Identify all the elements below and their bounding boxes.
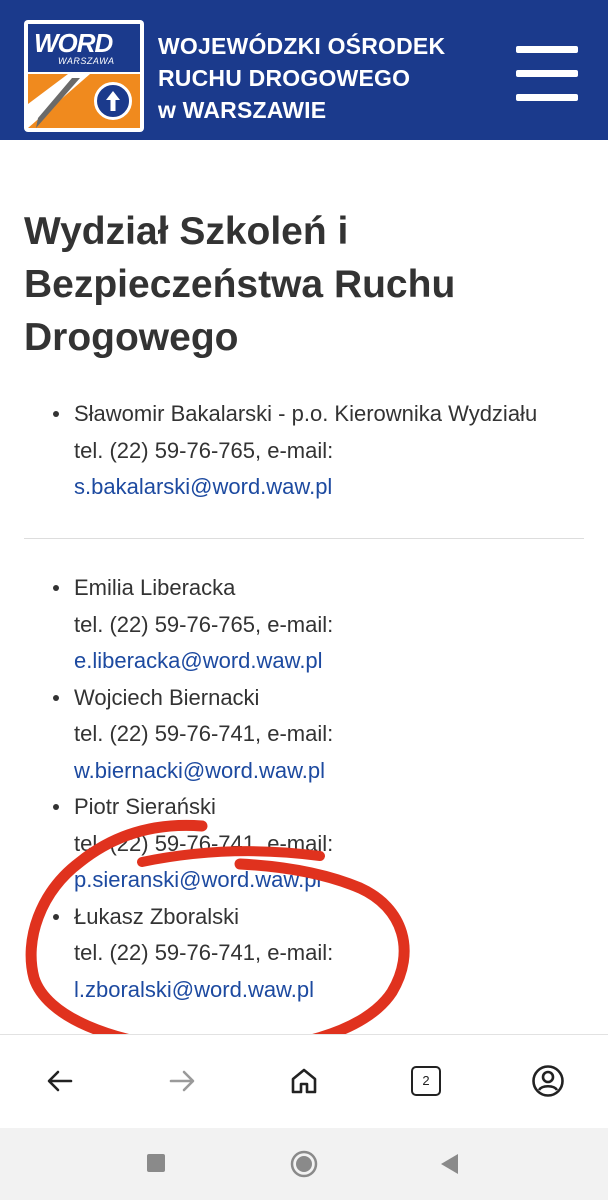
system-nav-bar <box>0 1128 608 1200</box>
list-item: Emilia Liberacka tel. (22) 59-76-765, e-… <box>24 570 584 680</box>
contact-name: Piotr Sierański <box>74 794 216 819</box>
list-item: Wojciech Biernacki tel. (22) 59-76-741, … <box>24 680 584 790</box>
page-title: Wydział Szkoleń i Bezpieczeństwa Ruchu D… <box>24 210 456 359</box>
list-item: Łukasz Zboralski tel. (22) 59-76-741, e-… <box>24 899 584 1009</box>
tabs-icon[interactable]: 2 <box>406 1061 446 1101</box>
contact-phone: tel. (22) 59-76-765, e-mail: <box>74 611 334 637</box>
org-name-line-1: WOJEWÓDZKI OŚRODEK <box>158 33 446 59</box>
contact-email-link[interactable]: l.zboralski@word.waw.pl <box>74 972 584 1009</box>
contact-email-link[interactable]: p.sieranski@word.waw.pl <box>74 862 584 899</box>
org-name-line-2: RUCHU DROGOWEGO <box>158 65 411 91</box>
arrow-up-icon <box>94 82 132 120</box>
contact-email-link[interactable]: e.liberacka@word.waw.pl <box>74 643 584 680</box>
browser-toolbar: 2 <box>0 1034 608 1129</box>
site-header: WORD WARSZAWA WOJEWÓDZKI OŚRODEK RUCHU D… <box>0 0 608 140</box>
recents-square-icon[interactable] <box>147 1154 165 1172</box>
home-icon[interactable] <box>284 1061 324 1101</box>
contact-name: Sławomir Bakalarski - p.o. Kierownika Wy… <box>74 401 538 426</box>
contact-email-link[interactable]: w.biernacki@word.waw.pl <box>74 753 584 790</box>
list-item: Piotr Sierański tel. (22) 59-76-741, e-m… <box>24 789 584 899</box>
tab-count-badge: 2 <box>411 1066 441 1096</box>
logo-city-text: WARSZAWA <box>58 56 115 66</box>
org-name-line-3: w WARSZAWIE <box>158 97 327 123</box>
contact-phone: tel. (22) 59-76-741, e-mail: <box>74 721 334 746</box>
staff-list: Emilia Liberacka tel. (22) 59-76-765, e-… <box>24 570 584 1008</box>
back-triangle-icon[interactable] <box>438 1152 460 1176</box>
word-logo[interactable]: WORD WARSZAWA <box>24 20 144 132</box>
list-item: Sławomir Bakalarski - p.o. Kierownika Wy… <box>24 396 584 506</box>
hamburger-menu-icon[interactable] <box>516 46 578 102</box>
divider <box>24 538 584 539</box>
contact-name: Emilia Liberacka <box>74 575 236 600</box>
organization-name[interactable]: WOJEWÓDZKI OŚRODEK RUCHU DROGOWEGO w WAR… <box>158 30 445 126</box>
logo-word-text: WORD <box>34 28 113 58</box>
home-circle-icon[interactable] <box>290 1150 318 1178</box>
contact-phone: tel. (22) 59-76-765, e-mail: <box>74 437 334 463</box>
contact-email-link[interactable]: s.bakalarski@word.waw.pl <box>74 469 584 506</box>
back-arrow-icon[interactable] <box>40 1061 80 1101</box>
contact-phone: tel. (22) 59-76-741, e-mail: <box>74 830 334 856</box>
contact-phone: tel. (22) 59-76-741, e-mail: <box>74 940 334 965</box>
forward-arrow-icon[interactable] <box>162 1061 202 1101</box>
contact-name: Wojciech Biernacki <box>74 684 260 710</box>
account-icon[interactable] <box>528 1061 568 1101</box>
contact-name: Łukasz Zboralski <box>74 903 240 929</box>
manager-list: Sławomir Bakalarski - p.o. Kierownika Wy… <box>24 396 584 506</box>
